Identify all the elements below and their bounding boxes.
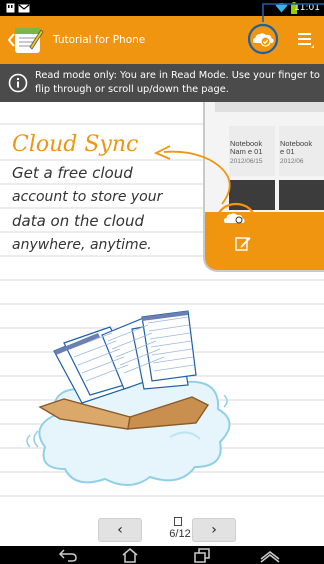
- overflow-menu-button[interactable]: [290, 26, 318, 54]
- page-navigator: ‹ 6/12 ›: [0, 512, 324, 546]
- recents-icon[interactable]: [190, 547, 214, 563]
- notebook-thumbnail: [279, 180, 324, 210]
- gmail-icon: [18, 4, 30, 13]
- tutorial-line: data on the cloud: [12, 212, 145, 230]
- home-icon[interactable]: [118, 547, 142, 563]
- expand-icon[interactable]: [258, 547, 282, 563]
- callout-arrow: [153, 145, 231, 205]
- tablet-header: [215, 102, 324, 112]
- back-icon[interactable]: [56, 547, 80, 563]
- cloud-notebooks-illustration: [26, 310, 231, 486]
- info-icon: [8, 73, 28, 93]
- app-logo: [15, 28, 44, 53]
- notification-icon: [6, 3, 15, 13]
- tutorial-line: Get a free cloud: [12, 164, 133, 182]
- notebook-date: 2012/06: [280, 158, 304, 165]
- read-mode-message: Read mode only: You are in Read Mode. Us…: [35, 70, 320, 95]
- app-title: Tutorial for Phone: [53, 34, 146, 46]
- next-page-button[interactable]: ›: [192, 518, 236, 542]
- cloud-sync-icon: [247, 23, 279, 55]
- previous-page-button[interactable]: ‹: [98, 518, 142, 542]
- edit-icon: [235, 237, 251, 251]
- page-icon: [174, 517, 182, 526]
- system-nav-bar: [0, 546, 324, 564]
- tutorial-line: account to store your: [12, 189, 163, 205]
- back-button[interactable]: [0, 16, 44, 64]
- action-bar: Tutorial for Phone: [0, 3, 324, 64]
- cloud-sync-button[interactable]: [244, 20, 282, 58]
- notebook-page[interactable]: Notebook Nam e 01 2012/06/15 Notebook e …: [0, 102, 324, 512]
- overflow-menu-icon: [298, 33, 314, 48]
- notebook-name: Notebook e 01: [280, 139, 313, 156]
- screen: 11:01 Tutorial for Phone Read mode only:…: [0, 0, 324, 564]
- callout-line: [262, 3, 324, 22]
- tutorial-title: Cloud Sync: [12, 132, 139, 157]
- tutorial-line: anywhere, anytime.: [12, 237, 152, 253]
- read-mode-banner: Read mode only: You are in Read Mode. Us…: [0, 64, 324, 102]
